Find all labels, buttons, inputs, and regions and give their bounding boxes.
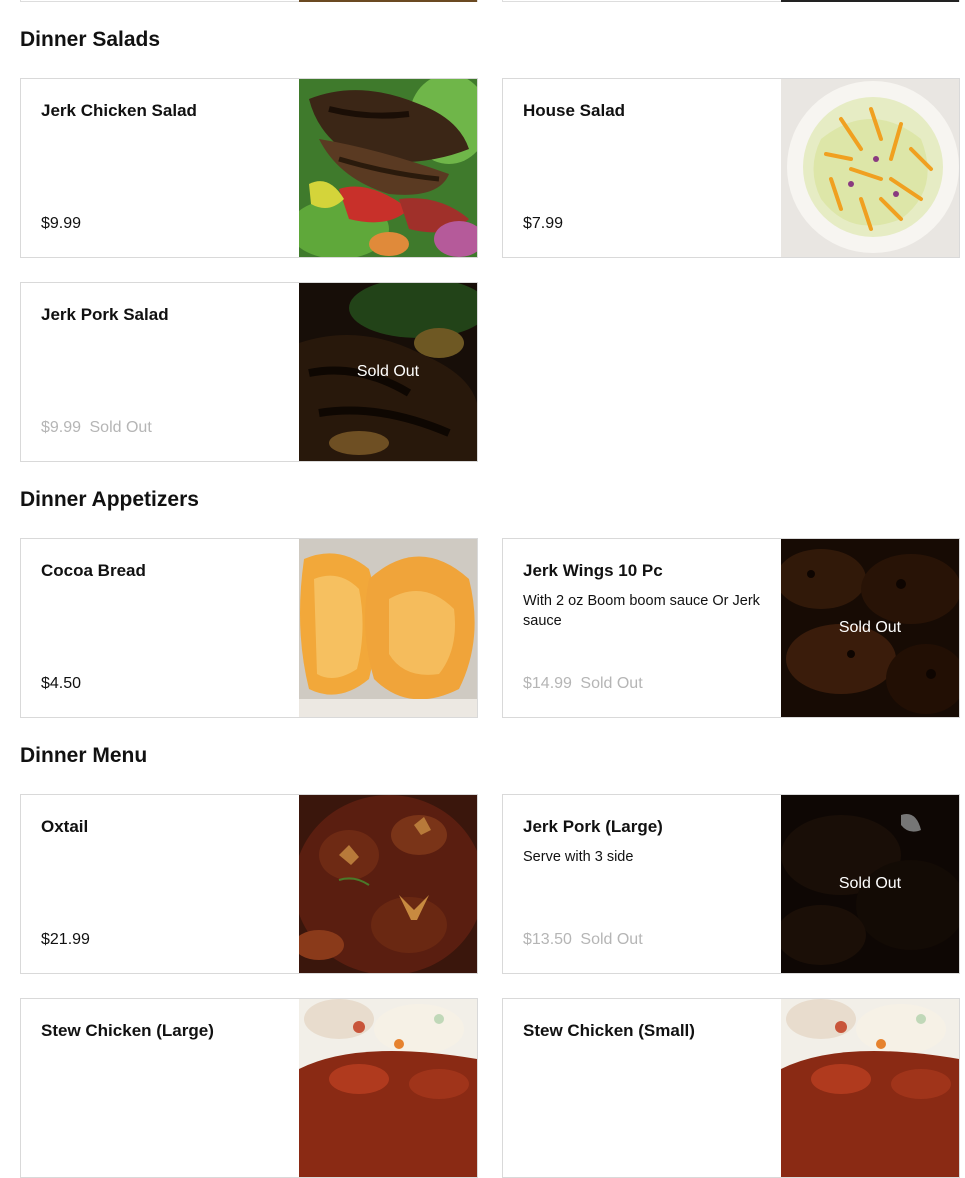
item-name: Jerk Pork (Large) xyxy=(523,817,663,836)
grilled-chicken-salad-photo xyxy=(299,79,477,257)
cocoa-bread-photo xyxy=(299,539,477,717)
item-price: $13.50 Sold Out xyxy=(523,931,643,948)
menu-item-card[interactable]: Cocoa Bread $4.50 xyxy=(20,538,478,718)
sold-out-label: Sold Out xyxy=(580,931,643,948)
item-name: Stew Chicken (Small) xyxy=(523,1021,695,1040)
previous-section-card-edges xyxy=(0,0,965,2)
menu-item-card[interactable]: Stew Chicken (Large) xyxy=(20,998,478,1178)
menu-item-card[interactable]: Jerk Wings 10 Pc With 2 oz Boom boom sau… xyxy=(502,538,960,718)
item-name: House Salad xyxy=(523,101,626,120)
item-price: $4.50 xyxy=(41,675,82,692)
item-price: $21.99 xyxy=(41,931,90,948)
sold-out-label: Sold Out xyxy=(89,419,152,436)
item-name: Jerk Pork Salad xyxy=(41,305,169,324)
sold-out-overlay: Sold Out xyxy=(781,539,959,717)
menu-item-card[interactable]: Stew Chicken (Small) xyxy=(502,998,960,1178)
menu-item-card[interactable]: Jerk Pork Salad $9.99 Sold Out Sold Out xyxy=(20,282,478,462)
item-name: Stew Chicken (Large) xyxy=(41,1021,214,1040)
house-salad-photo xyxy=(781,79,959,257)
item-name: Jerk Chicken Salad xyxy=(41,101,197,120)
item-name: Oxtail xyxy=(41,817,89,836)
item-description: With 2 oz Boom boom sauce Or Jerk sauce xyxy=(523,593,760,629)
section-title-dinner-menu: Dinner Menu xyxy=(20,744,148,767)
menu-item-card[interactable]: Jerk Chicken Salad $9.99 xyxy=(20,78,478,258)
section-title-dinner-appetizers: Dinner Appetizers xyxy=(20,488,199,511)
item-name: Cocoa Bread xyxy=(41,561,146,580)
item-description: Serve with 3 side xyxy=(523,849,634,865)
jerk-pork-salad-photo: Sold Out xyxy=(299,283,477,461)
item-name: Jerk Wings 10 Pc xyxy=(523,561,663,580)
jerk-wings-photo: Sold Out xyxy=(781,539,959,717)
menu-item-card[interactable]: House Salad $7.99 xyxy=(502,78,960,258)
stew-chicken-photo xyxy=(781,999,959,1177)
sold-out-overlay: Sold Out xyxy=(781,795,959,973)
sold-out-overlay: Sold Out xyxy=(299,283,477,461)
section-title-dinner-salads: Dinner Salads xyxy=(20,28,161,51)
jerk-pork-photo: Sold Out xyxy=(781,795,959,973)
item-price: $14.99 Sold Out xyxy=(523,675,643,692)
sold-out-label: Sold Out xyxy=(580,675,643,692)
stew-chicken-photo xyxy=(299,999,477,1177)
item-price: $9.99 xyxy=(41,215,82,232)
item-price: $9.99 Sold Out xyxy=(41,419,152,436)
oxtail-photo xyxy=(299,795,477,973)
menu-item-card[interactable]: Oxtail $21.99 xyxy=(20,794,478,974)
item-price: $7.99 xyxy=(523,215,564,232)
menu-item-card[interactable]: Jerk Pork (Large) Serve with 3 side $13.… xyxy=(502,794,960,974)
